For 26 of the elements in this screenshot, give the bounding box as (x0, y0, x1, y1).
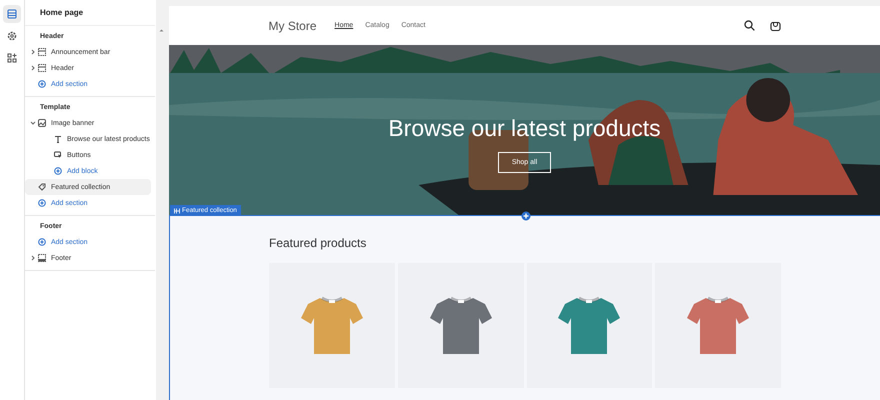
add-section-icon[interactable] (521, 211, 531, 221)
plus-circle-icon (38, 80, 46, 88)
plus-circle-icon (38, 238, 46, 246)
apps-icon (7, 53, 17, 63)
settings-icon (7, 31, 17, 41)
cart-icon[interactable] (770, 20, 780, 31)
store-name[interactable]: My Store (268, 18, 317, 32)
product-card[interactable] (526, 263, 652, 388)
sections-icon (7, 9, 17, 19)
text-icon (54, 135, 62, 143)
chevron-icon[interactable] (30, 255, 36, 261)
plus-circle-icon (54, 167, 62, 175)
sections-tab[interactable] (3, 5, 21, 23)
cursor-icon (54, 151, 62, 159)
section-heading: Featured products (269, 236, 368, 250)
scrollbar[interactable] (156, 0, 166, 400)
plus-circle-icon (38, 199, 46, 207)
chevron-icon[interactable] (30, 120, 36, 126)
sidebar-title: Home page (25, 0, 155, 26)
chevron-icon[interactable] (30, 65, 36, 71)
caret-up-icon[interactable] (158, 28, 164, 32)
product-card[interactable] (655, 263, 781, 388)
search-icon[interactable] (744, 20, 754, 31)
banner-heading: Browse our latest products (388, 115, 661, 142)
chevron-icon[interactable] (30, 49, 36, 55)
product-card[interactable] (398, 263, 524, 388)
